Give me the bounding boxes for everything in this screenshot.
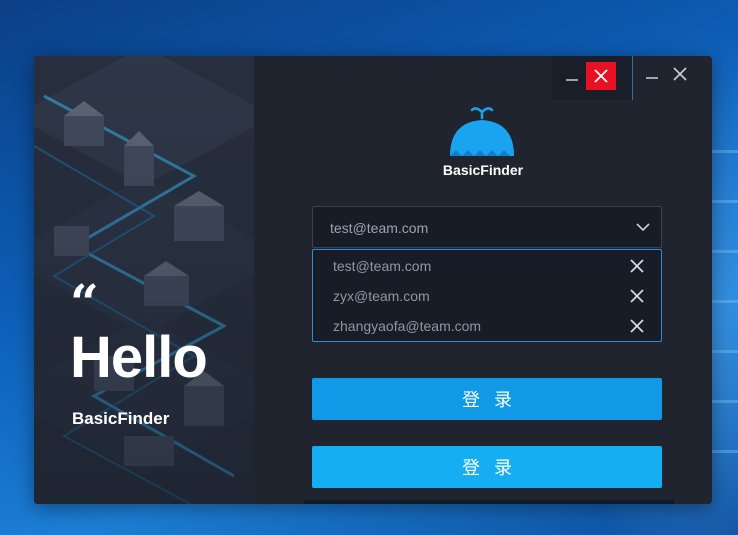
quote-mark: “ [70,273,99,332]
hero-overlay [34,56,254,504]
stacked-window-control-group [558,62,616,90]
account-select-value: test@team.com [330,220,429,236]
account-option-email: test@team.com [333,258,432,274]
login-window: “ Hello BasicFinder BasicFinder test@tea… [34,56,712,504]
remove-account-icon[interactable] [629,258,645,274]
account-option-email: zhangyaofa@team.com [333,318,482,334]
remove-account-icon[interactable] [629,288,645,304]
window-control-group [638,62,694,86]
minimize-icon[interactable] [558,64,586,88]
account-dropdown-list: test@team.com zyx@team.com zhangyaofa@te… [312,249,662,342]
hero-panel: “ Hello BasicFinder [34,56,254,504]
close-icon[interactable] [586,62,616,90]
close-icon[interactable] [666,62,694,86]
hero-greeting: Hello [70,325,208,390]
account-option[interactable]: test@team.com [313,251,663,281]
login-button[interactable]: 登录 [312,378,662,420]
panel-bottom-strip [304,500,674,504]
account-option[interactable]: zyx@team.com [313,281,663,311]
chevron-down-icon[interactable] [635,219,651,235]
account-option[interactable]: zhangyaofa@team.com [313,311,663,341]
login-button-secondary[interactable]: 登录 [312,446,662,488]
logo-text: BasicFinder [442,162,524,178]
account-select[interactable]: test@team.com [312,206,662,248]
hero-brand-name: BasicFinder [72,409,170,428]
remove-account-icon[interactable] [629,318,645,334]
minimize-icon[interactable] [638,62,666,86]
login-panel: BasicFinder test@team.com test@team.com … [254,56,712,504]
account-option-email: zyx@team.com [333,288,430,304]
